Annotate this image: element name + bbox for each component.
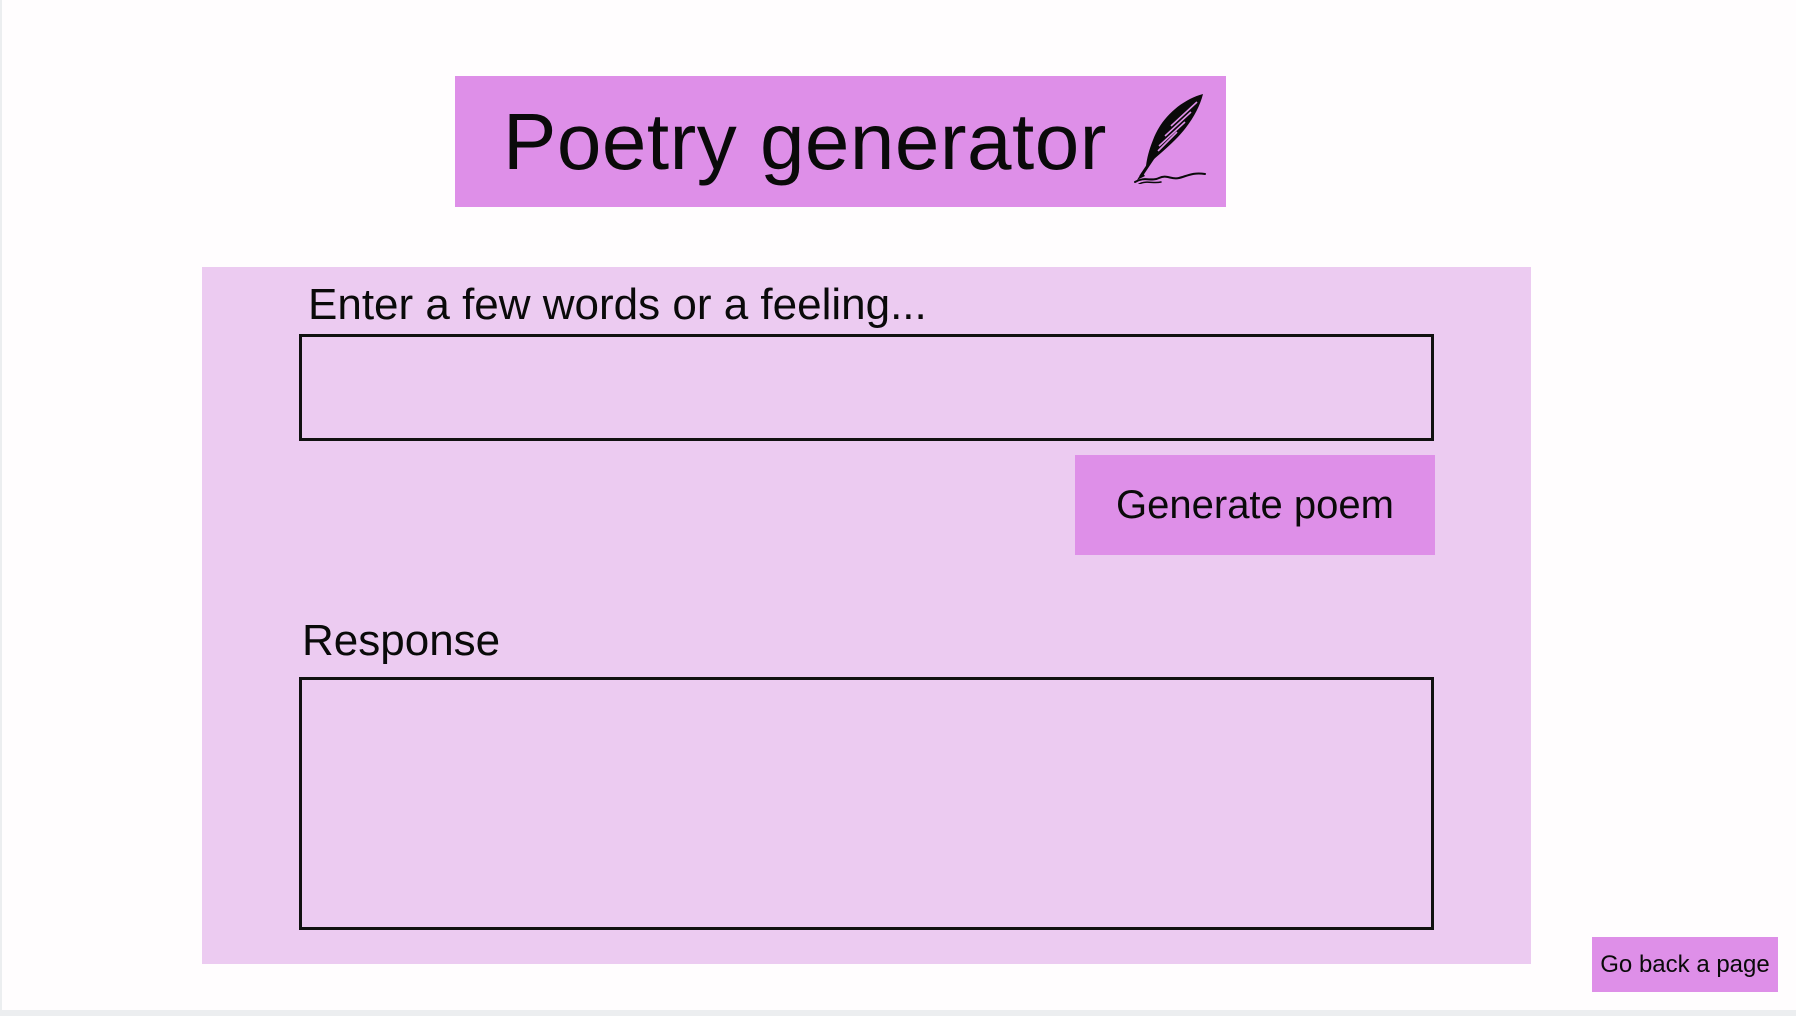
page: Poetry generator Enter a few words or a … (2, 0, 1796, 1010)
page-title: Poetry generator (503, 97, 1107, 186)
generate-poem-button[interactable]: Generate poem (1075, 455, 1435, 555)
go-back-button[interactable]: Go back a page (1592, 937, 1778, 992)
prompt-label: Enter a few words or a feeling... (308, 280, 927, 329)
prompt-input[interactable] (299, 334, 1434, 441)
title-banner: Poetry generator (455, 76, 1226, 207)
response-label: Response (302, 616, 501, 665)
response-output (299, 677, 1434, 930)
poem-form-panel: Enter a few words or a feeling... Genera… (202, 267, 1531, 964)
quill-pen-icon (1131, 92, 1211, 185)
